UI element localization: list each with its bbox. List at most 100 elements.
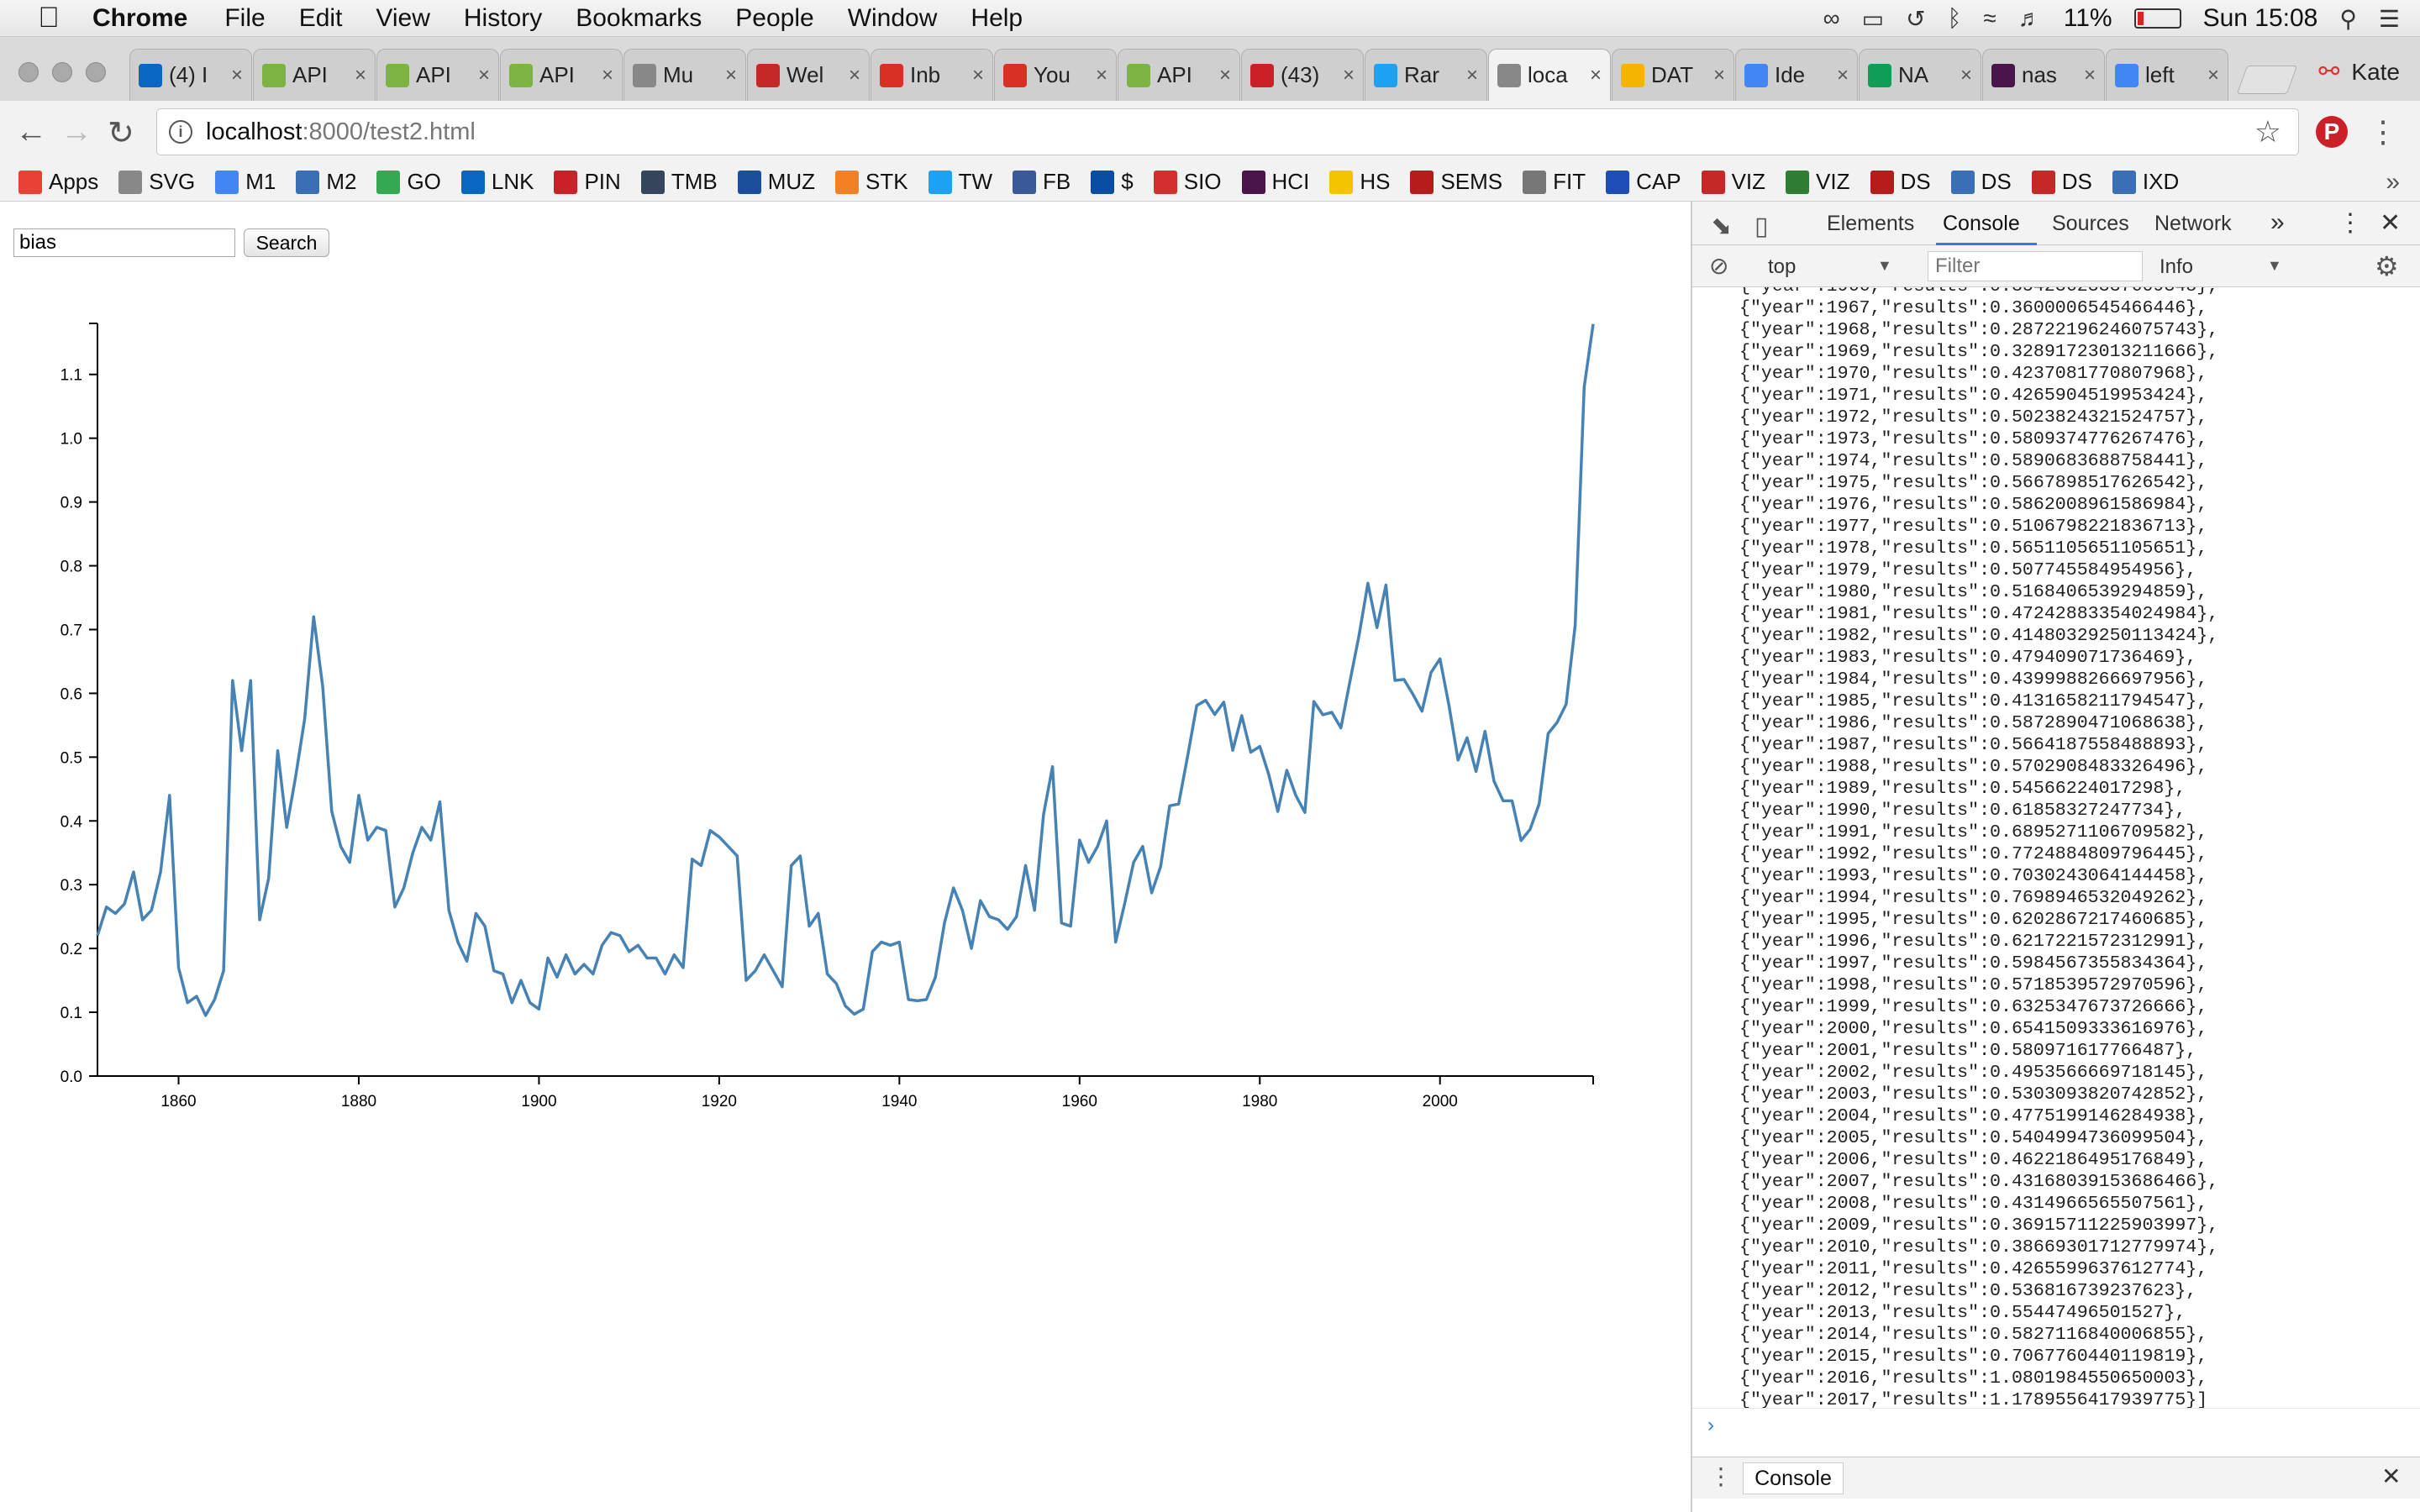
- tab-close-icon[interactable]: ×: [1837, 64, 1849, 87]
- site-info-icon[interactable]: i: [169, 120, 192, 144]
- bookmark-item[interactable]: STK: [835, 169, 908, 195]
- log-level-dropdown-icon[interactable]: ▼: [2267, 257, 2282, 275]
- bookmarks-overflow-icon[interactable]: »: [2386, 168, 2400, 197]
- tab-close-icon[interactable]: ×: [725, 64, 737, 87]
- menu-history[interactable]: History: [464, 4, 542, 33]
- clock[interactable]: Sun 15:08: [2203, 4, 2318, 33]
- browser-tab[interactable]: nas ×: [1982, 49, 2105, 101]
- tab-elements[interactable]: Elements: [1827, 212, 1914, 236]
- bookmark-item[interactable]: TW: [928, 169, 992, 195]
- tab-close-icon[interactable]: ×: [231, 64, 243, 87]
- forward-button[interactable]: →: [60, 114, 92, 150]
- context-dropdown-icon[interactable]: ▼: [1877, 257, 1892, 275]
- bookmark-item[interactable]: VIZ: [1701, 169, 1765, 195]
- browser-tab[interactable]: Rar ×: [1365, 49, 1487, 101]
- tab-close-icon[interactable]: ×: [1219, 64, 1231, 87]
- browser-tab[interactable]: Ide ×: [1735, 49, 1858, 101]
- bookmark-item[interactable]: M1: [215, 169, 276, 195]
- close-devtools-icon[interactable]: ✕: [2380, 208, 2401, 238]
- browser-tab[interactable]: API ×: [253, 49, 376, 101]
- drawer-menu-icon[interactable]: ⋮: [1709, 1462, 1733, 1490]
- browser-tab[interactable]: NA ×: [1859, 49, 1981, 101]
- context-select[interactable]: top: [1768, 255, 1796, 279]
- bookmark-item[interactable]: SIO: [1153, 169, 1222, 195]
- bookmark-item[interactable]: CAP: [1606, 169, 1681, 195]
- clear-console-icon[interactable]: ⊘: [1709, 252, 1728, 280]
- menu-window[interactable]: Window: [848, 4, 938, 33]
- tab-close-icon[interactable]: ×: [1713, 64, 1725, 87]
- browser-tab[interactable]: You ×: [994, 49, 1117, 101]
- volume-icon[interactable]: ♬: [2018, 5, 2042, 32]
- tab-close-icon[interactable]: ×: [849, 64, 860, 87]
- browser-tab[interactable]: API ×: [500, 49, 623, 101]
- browser-tab[interactable]: (4) I ×: [129, 49, 252, 101]
- tab-close-icon[interactable]: ×: [355, 64, 366, 87]
- drawer-tab-console[interactable]: Console: [1743, 1462, 1844, 1494]
- menu-view[interactable]: View: [376, 4, 429, 33]
- browser-tab[interactable]: Inb ×: [871, 49, 993, 101]
- browser-tab[interactable]: (43) ×: [1241, 49, 1364, 101]
- tab-close-icon[interactable]: ×: [2084, 64, 2096, 87]
- bookmark-item[interactable]: MUZ: [737, 169, 815, 195]
- apple-icon[interactable]: : [30, 2, 67, 34]
- menu-bookmarks[interactable]: Bookmarks: [576, 4, 702, 33]
- pinterest-extension-icon[interactable]: P: [2316, 116, 2348, 148]
- bookmark-item[interactable]: HCI: [1241, 169, 1309, 195]
- close-window-button[interactable]: [18, 62, 39, 82]
- profile-button[interactable]: ⚯ Kate: [2318, 57, 2400, 87]
- bookmark-item[interactable]: VIZ: [1786, 169, 1850, 195]
- browser-tab[interactable]: Mu ×: [623, 49, 746, 101]
- bookmark-item[interactable]: LNK: [460, 169, 534, 195]
- creative-cloud-icon[interactable]: ∞: [1823, 5, 1840, 32]
- notification-center-icon[interactable]: ☰: [2379, 5, 2400, 33]
- menu-app-name[interactable]: Chrome: [92, 4, 187, 33]
- minimize-window-button[interactable]: [52, 62, 72, 82]
- device-toolbar-icon[interactable]: ▯: [1754, 212, 1769, 241]
- devtools-menu-icon[interactable]: ⋮: [2338, 208, 2363, 238]
- console-settings-gear-icon[interactable]: ⚙: [2375, 250, 2399, 282]
- browser-tab[interactable]: API ×: [376, 49, 499, 101]
- tab-console[interactable]: Console: [1943, 212, 2020, 236]
- tab-close-icon[interactable]: ×: [478, 64, 490, 87]
- zoom-window-button[interactable]: [86, 62, 106, 82]
- close-drawer-icon[interactable]: ✕: [2381, 1462, 2401, 1490]
- search-button[interactable]: Search: [244, 228, 329, 257]
- tab-sources[interactable]: Sources: [2052, 212, 2129, 236]
- back-button[interactable]: ←: [15, 114, 47, 150]
- console-prompt[interactable]: ›: [1692, 1408, 2420, 1441]
- browser-tab[interactable]: Wel ×: [747, 49, 870, 101]
- bookmark-item[interactable]: DS: [2031, 169, 2092, 195]
- bookmark-item[interactable]: IXD: [2112, 169, 2179, 195]
- bookmark-item[interactable]: Apps: [18, 169, 98, 195]
- more-tabs-icon[interactable]: »: [2270, 208, 2285, 237]
- bookmark-item[interactable]: PIN: [554, 169, 621, 195]
- time-machine-icon[interactable]: ↺: [1906, 5, 1925, 33]
- chrome-menu-icon[interactable]: ⋮: [2368, 114, 2398, 150]
- bookmark-item[interactable]: DS: [1870, 169, 1931, 195]
- spotlight-search-icon[interactable]: ⚲: [2339, 5, 2357, 33]
- bookmark-item[interactable]: SEMS: [1410, 169, 1502, 195]
- battery-icon[interactable]: [2133, 8, 2181, 29]
- menu-edit[interactable]: Edit: [299, 4, 343, 33]
- address-bar[interactable]: i localhost:8000/test2.html ☆: [156, 108, 2299, 155]
- bookmark-item[interactable]: SVG: [118, 169, 195, 195]
- battery-percent[interactable]: 11%: [2064, 4, 2112, 33]
- log-level-select[interactable]: Info: [2160, 255, 2193, 279]
- menu-help[interactable]: Help: [971, 4, 1023, 33]
- tab-close-icon[interactable]: ×: [2207, 64, 2219, 87]
- menu-people[interactable]: People: [735, 4, 813, 33]
- bookmark-item[interactable]: M2: [296, 169, 356, 195]
- search-input[interactable]: [13, 228, 235, 257]
- browser-tab[interactable]: loca ×: [1488, 49, 1611, 101]
- tab-close-icon[interactable]: ×: [972, 64, 984, 87]
- tab-close-icon[interactable]: ×: [1590, 64, 1602, 87]
- tab-network[interactable]: Network: [2154, 212, 2232, 236]
- tab-close-icon[interactable]: ×: [1096, 64, 1107, 87]
- tab-close-icon[interactable]: ×: [602, 64, 613, 87]
- bookmark-star-icon[interactable]: ☆: [2254, 114, 2281, 150]
- airplay-icon[interactable]: ▭: [1862, 5, 1884, 33]
- bookmark-item[interactable]: TMB: [640, 169, 718, 195]
- bookmark-item[interactable]: FB: [1013, 169, 1071, 195]
- tab-close-icon[interactable]: ×: [1466, 64, 1478, 87]
- browser-tab[interactable]: left ×: [2106, 49, 2228, 101]
